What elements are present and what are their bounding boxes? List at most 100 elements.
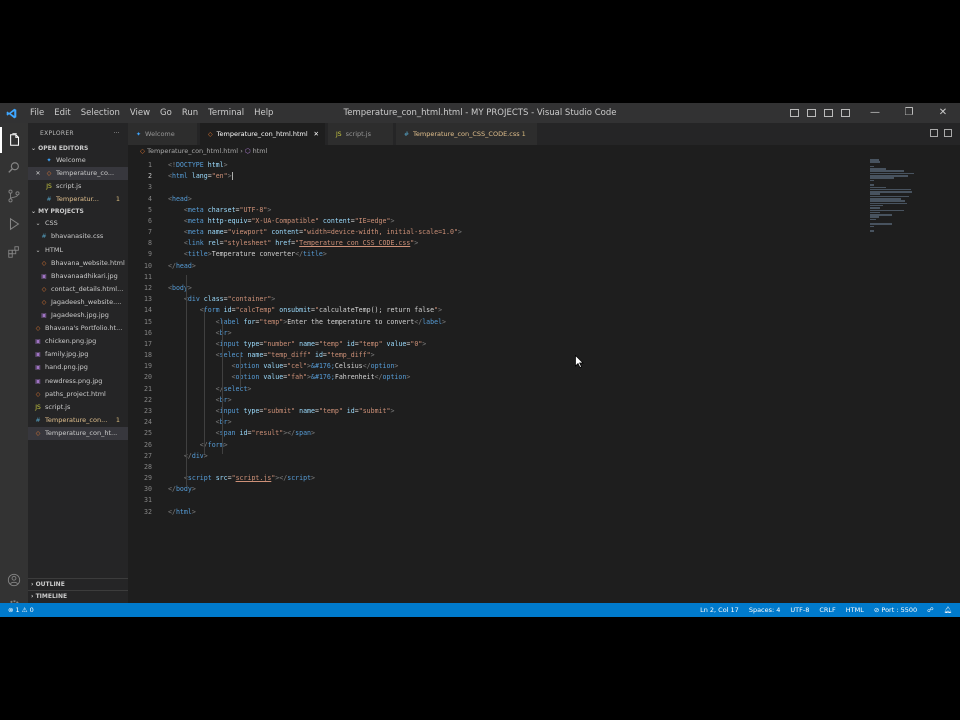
menu-edit[interactable]: Edit xyxy=(54,103,70,123)
code-line[interactable]: <html lang="en"> xyxy=(168,172,233,181)
file-item[interactable]: ▣ chicken.png.jpg xyxy=(28,335,128,348)
menu-go[interactable]: Go xyxy=(160,103,172,123)
token-tag: head xyxy=(171,194,188,203)
breadcrumb-node[interactable]: html xyxy=(253,147,268,155)
code-line[interactable]: <!DOCTYPE html> xyxy=(168,161,228,169)
menu-terminal[interactable]: Terminal xyxy=(208,103,244,123)
file-item[interactable]: ◇ Bhavana's Portfolio.ht... xyxy=(28,322,128,335)
css-icon: # xyxy=(46,196,52,204)
open-editor-item[interactable]: # Temperatur... 1 xyxy=(28,193,128,206)
file-item[interactable]: ◇ Temperature_con_ht... xyxy=(28,426,128,440)
file-item[interactable]: ▣ family.jpg.jpg xyxy=(28,348,128,361)
file-item[interactable]: # bhavanasite.css xyxy=(28,230,128,243)
close-window-button[interactable]: ✕ xyxy=(926,103,960,123)
code-line[interactable]: <div class="container"> xyxy=(168,295,275,303)
project-section[interactable]: ⌄ MY PROJECTS xyxy=(28,206,128,217)
open-editor-item[interactable]: JS script.js xyxy=(28,180,128,193)
tab-close-icon[interactable]: ✕ xyxy=(314,123,319,145)
menu-view[interactable]: View xyxy=(130,103,150,123)
menu-file[interactable]: File xyxy=(30,103,44,123)
html-icon: ◇ xyxy=(35,325,41,333)
minimize-button[interactable]: — xyxy=(858,103,892,123)
tab-label: Temperature_con_CSS_CODE.css xyxy=(413,130,520,138)
restore-button[interactable]: ❐ xyxy=(892,103,926,123)
code-line[interactable]: <script src="script.js"></script> xyxy=(168,474,315,482)
timeline-section[interactable]: › TIMELINE xyxy=(28,590,128,602)
close-icon[interactable]: ✕ xyxy=(34,167,42,180)
customize-layout-icon[interactable] xyxy=(841,109,850,117)
folder-item[interactable]: ⌄ CSS xyxy=(28,217,128,230)
token-tag: br xyxy=(219,328,228,337)
code-line[interactable]: <form id="calcTemp" onsubmit="calculateT… xyxy=(168,306,442,314)
outline-section[interactable]: › OUTLINE xyxy=(28,578,128,590)
cursor-position[interactable]: Ln 2, Col 17 xyxy=(700,603,739,617)
notifications-bell-icon[interactable]: 🔔︎ xyxy=(944,603,952,617)
toggle-primary-sidebar-icon[interactable] xyxy=(790,109,799,117)
encoding[interactable]: UTF-8 xyxy=(790,603,809,617)
line-number: 1 xyxy=(148,161,152,169)
tab-4[interactable]: # Temperature_con_CSS_CODE.css 1 xyxy=(396,123,538,145)
code-line[interactable]: </html> xyxy=(168,508,196,516)
code-line[interactable]: <meta charset="UTF-8"> xyxy=(168,206,271,214)
file-item[interactable]: ◇ paths_project.html xyxy=(28,388,128,401)
toggle-secondary-sidebar-icon[interactable] xyxy=(824,109,833,117)
code-line[interactable]: <title>Temperature converter</title> xyxy=(168,250,327,258)
extensions-icon[interactable] xyxy=(0,239,28,265)
code-line[interactable]: <span id="result"></span> xyxy=(168,429,315,437)
token-str: "viewport" xyxy=(227,228,268,237)
code-line[interactable]: <label for="temp">Enter the temperature … xyxy=(168,318,446,326)
code-line[interactable]: <body> xyxy=(168,284,192,292)
more-actions-icon[interactable]: ··· xyxy=(113,123,120,145)
file-item[interactable]: ▣ Jagadeesh.jpg.jpg xyxy=(28,309,128,322)
breadcrumb-file[interactable]: Temperature_con_html.html xyxy=(147,147,238,155)
code-line[interactable]: <meta name="viewport" content="width=dev… xyxy=(168,228,462,236)
code-line[interactable]: <select name="temp_diff" id="temp_diff"> xyxy=(168,351,375,359)
split-editor-icon[interactable] xyxy=(930,129,938,137)
search-icon[interactable] xyxy=(0,155,28,181)
code-line[interactable]: <head> xyxy=(168,195,192,203)
open-editor-item[interactable]: ✕ ◇ Temperature_co... xyxy=(28,167,128,181)
errors-count[interactable]: ⊗ 1 xyxy=(8,606,20,614)
more-editor-actions-icon[interactable] xyxy=(944,129,952,137)
code-line[interactable]: </form> xyxy=(168,441,228,449)
file-item[interactable]: # Temperature_con... 1 xyxy=(28,414,128,427)
run-debug-icon[interactable] xyxy=(0,211,28,237)
file-item[interactable]: ▣ Bhavanaadhikari.jpg xyxy=(28,270,128,283)
code-line[interactable]: </select> xyxy=(168,385,252,393)
menu-selection[interactable]: Selection xyxy=(81,103,120,123)
code-line[interactable]: </div> xyxy=(168,452,208,460)
code-line[interactable]: </body> xyxy=(168,485,196,493)
tab-2[interactable]: ◇ Temperature_con_html.html ✕ xyxy=(200,123,326,145)
explorer-icon[interactable] xyxy=(0,127,28,153)
tab-1[interactable]: ✦ Welcome xyxy=(128,123,198,145)
minimap[interactable] xyxy=(870,159,926,232)
code-line[interactable]: <meta http-equiv="X-UA-Compatible" conte… xyxy=(168,217,395,225)
code-line[interactable]: <input type="number" name="temp" id="tem… xyxy=(168,340,427,348)
line-ending[interactable]: CRLF xyxy=(819,603,835,617)
menu-help[interactable]: Help xyxy=(254,103,273,123)
live-server-port[interactable]: ⊘ Port : 5500 xyxy=(874,603,917,617)
file-item[interactable]: ◇ contact_details.html... xyxy=(28,283,128,296)
file-item[interactable]: ▣ hand.png.jpg xyxy=(28,361,128,374)
file-item[interactable]: ◇ Jagadeesh_website.... xyxy=(28,296,128,309)
warnings-count[interactable]: ⚠ 0 xyxy=(22,606,34,614)
code-line[interactable]: </head> xyxy=(168,262,196,270)
menu-run[interactable]: Run xyxy=(182,103,198,123)
file-item[interactable]: JS script.js xyxy=(28,401,128,414)
source-control-icon[interactable] xyxy=(0,183,28,209)
file-item[interactable]: ▣ newdress.png.jpg xyxy=(28,375,128,388)
file-item[interactable]: ◇ Bhavana_website.html xyxy=(28,257,128,270)
indentation[interactable]: Spaces: 4 xyxy=(749,603,781,617)
language-mode[interactable]: HTML xyxy=(846,603,864,617)
code-editor[interactable]: 1 <!DOCTYPE html> 2 <html lang="en"> 3 4 <head… xyxy=(128,157,960,602)
feedback-icon[interactable]: ☍ xyxy=(927,603,934,617)
folder-item[interactable]: ⌄ HTML xyxy=(28,244,128,257)
minimap-line xyxy=(870,170,905,172)
tab-3[interactable]: JS script.js xyxy=(328,123,394,145)
code-line[interactable]: <input type="submit" name="temp" id="sub… xyxy=(168,407,395,415)
toggle-panel-icon[interactable] xyxy=(807,109,816,117)
code-line[interactable]: <link rel="stylesheet" href="Temperature… xyxy=(168,239,418,247)
open-editor-item[interactable]: ✦ Welcome xyxy=(28,154,128,167)
account-icon[interactable] xyxy=(0,567,28,593)
code-line[interactable]: <option value="cel">&#176;Celsius</optio… xyxy=(168,362,399,370)
